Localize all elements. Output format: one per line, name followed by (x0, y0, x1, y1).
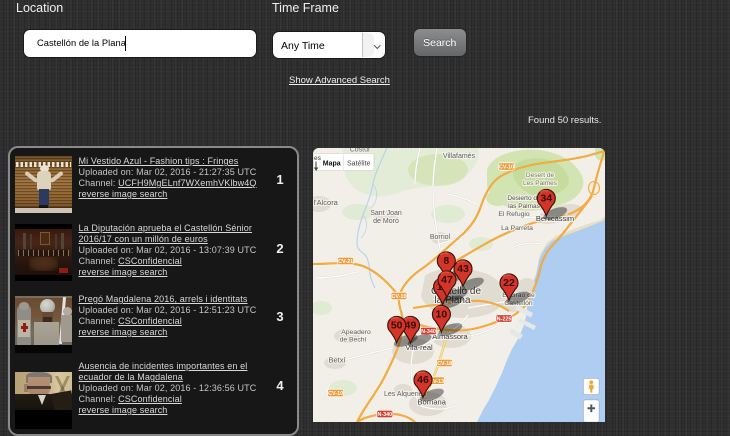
svg-text:49: 49 (405, 320, 417, 332)
svg-text:46: 46 (417, 374, 429, 386)
svg-text:N-340: N-340 (421, 329, 436, 335)
svg-text:Borriol: Borriol (430, 234, 451, 241)
svg-text:La Parreta: La Parreta (501, 225, 533, 232)
svg-text:Desierto de: Desierto de (507, 195, 541, 202)
svg-text:34: 34 (540, 193, 552, 205)
svg-text:Sant Joan: Sant Joan (370, 210, 402, 217)
svg-text:10: 10 (436, 309, 448, 321)
svg-text:Costur: Costur (350, 148, 371, 154)
svg-text:Les Palmes: Les Palmes (523, 180, 558, 187)
svg-text:22: 22 (503, 277, 515, 289)
svg-text:de Moró: de Moró (373, 218, 399, 225)
svg-text:Betxí: Betxí (328, 356, 346, 365)
svg-text:El Refugio: El Refugio (498, 211, 530, 218)
svg-text:50: 50 (391, 320, 403, 332)
svg-text:43: 43 (457, 263, 469, 275)
svg-text:las Palmas: las Palmas (508, 203, 541, 210)
svg-text:CV-10: CV-10 (499, 165, 514, 171)
svg-text:N-225: N-225 (497, 317, 512, 323)
svg-text:Desert de: Desert de (526, 172, 555, 179)
svg-text:Apeadero: Apeadero (341, 329, 371, 336)
svg-text:Mapa: Mapa (323, 161, 341, 168)
svg-text:de Bechí: de Bechí (340, 337, 367, 344)
svg-text:CV-18: CV-18 (437, 361, 452, 367)
svg-text:N-340: N-340 (377, 412, 392, 418)
svg-text:CV-10: CV-10 (328, 391, 343, 397)
svg-text:l'Alcora: l'Alcora (314, 198, 339, 207)
svg-text:8: 8 (443, 255, 449, 267)
svg-text:Villafamés: Villafamés (443, 153, 476, 160)
svg-text:47: 47 (441, 274, 453, 286)
svg-text:Satélite: Satélite (347, 161, 370, 168)
svg-text:es: es (314, 155, 322, 162)
svg-text:CV-21: CV-21 (338, 259, 353, 265)
svg-text:CV-10: CV-10 (392, 294, 407, 300)
